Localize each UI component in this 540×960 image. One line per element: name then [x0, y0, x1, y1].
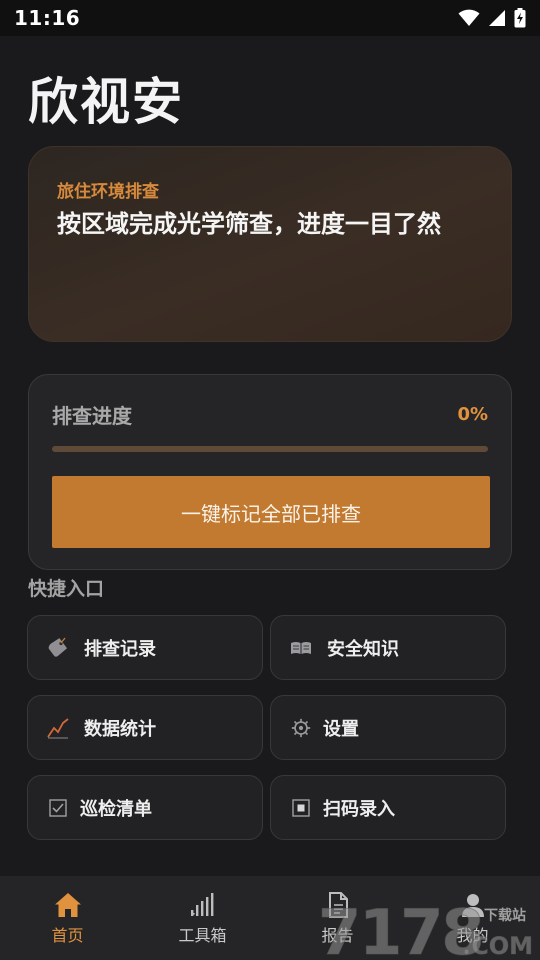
- app-title: 欣视安: [28, 73, 184, 131]
- tag-icon: [46, 636, 70, 660]
- nav-label: 工具箱: [178, 926, 227, 945]
- book-icon: [289, 636, 313, 660]
- signal-bars-icon: [190, 893, 213, 916]
- shortcut-label: 数据统计: [84, 718, 156, 740]
- person-icon: [461, 894, 484, 917]
- gear-icon: [289, 716, 313, 740]
- progress-bar: [52, 446, 488, 452]
- shortcut-label: 巡检清单: [80, 798, 152, 820]
- shortcut-inspection-records[interactable]: 排查记录: [27, 615, 263, 680]
- shortcut-label: 排查记录: [84, 638, 156, 660]
- square-icon: [289, 796, 313, 820]
- checkbox-icon: [46, 796, 70, 820]
- status-icons: [458, 8, 526, 28]
- mark-all-checked-button[interactable]: 一键标记全部已排查: [52, 476, 490, 548]
- nav-mine[interactable]: 我的: [405, 876, 540, 960]
- document-icon: [328, 892, 348, 918]
- status-bar: 11:16: [0, 0, 540, 36]
- hero-headline: 按区域完成光学筛查，进度一目了然: [57, 210, 441, 238]
- cellular-signal-icon: [489, 10, 505, 26]
- status-time: 11:16: [14, 6, 81, 30]
- shortcut-label: 扫码录入: [323, 798, 395, 820]
- trend-icon: [46, 716, 70, 740]
- shortcut-label: 设置: [323, 718, 359, 740]
- shortcut-inspection-checklist[interactable]: 巡检清单: [27, 775, 263, 840]
- shortcuts-title: 快捷入口: [28, 578, 105, 600]
- nav-home[interactable]: 首页: [0, 876, 135, 960]
- shortcut-scan-entry[interactable]: 扫码录入: [270, 775, 506, 840]
- nav-report[interactable]: 报告: [270, 876, 405, 960]
- nav-label: 首页: [51, 926, 84, 945]
- progress-card: 排查进度 0% 一键标记全部已排查: [28, 374, 512, 570]
- home-icon: [54, 893, 81, 917]
- hero-card: 旅住环境排查 按区域完成光学筛查，进度一目了然: [28, 146, 512, 342]
- nav-label: 我的: [456, 926, 489, 945]
- shortcut-data-statistics[interactable]: 数据统计: [27, 695, 263, 760]
- shortcuts-grid: 排查记录 安全知识 数据统计 设置 巡检清单 扫码录入: [27, 615, 506, 840]
- wifi-icon: [458, 9, 480, 26]
- bottom-nav: 首页 工具箱 报告 我的: [0, 876, 540, 960]
- progress-header: 排查进度 0%: [52, 401, 488, 428]
- hero-eyebrow: 旅住环境排查: [57, 182, 159, 202]
- shortcut-safety-knowledge[interactable]: 安全知识: [270, 615, 506, 680]
- battery-charging-icon: [514, 8, 526, 28]
- nav-toolbox[interactable]: 工具箱: [135, 876, 270, 960]
- progress-label: 排查进度: [52, 403, 132, 428]
- nav-label: 报告: [321, 926, 354, 945]
- shortcut-label: 安全知识: [327, 638, 399, 660]
- progress-percent: 0%: [457, 403, 488, 425]
- shortcut-settings[interactable]: 设置: [270, 695, 506, 760]
